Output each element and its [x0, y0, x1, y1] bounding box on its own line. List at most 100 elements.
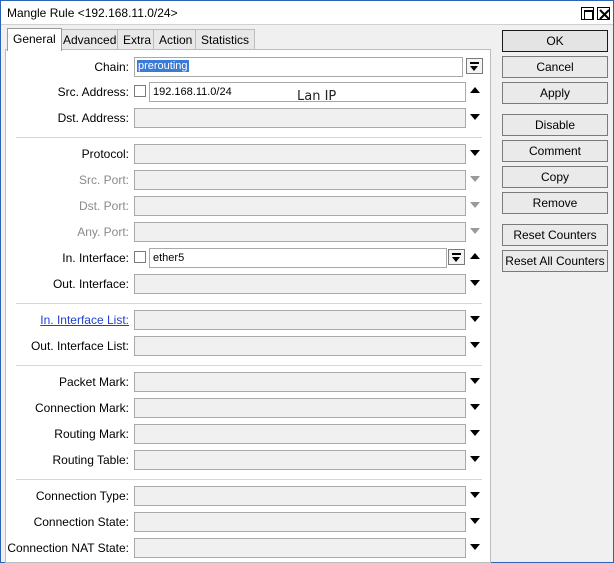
reset-counters-button[interactable]: Reset Counters [502, 224, 608, 246]
tab-general[interactable]: General [7, 28, 62, 51]
cancel-button[interactable]: Cancel [502, 56, 608, 78]
window-title: Mangle Rule <192.168.11.0/24> [7, 6, 178, 20]
tab-action[interactable]: Action [153, 29, 199, 50]
connection-mark-label: Connection Mark: [34, 401, 129, 415]
out-interface-input[interactable] [134, 274, 466, 294]
dst-port-label: Dst. Port: [78, 199, 129, 213]
tab-extra[interactable]: Extra [117, 29, 158, 50]
routing-table-row: Routing Table: [6, 450, 492, 470]
connection-state-row: Connection State: [6, 512, 492, 532]
copy-button[interactable]: Copy [502, 166, 608, 188]
connection-type-expand-icon[interactable] [470, 492, 480, 498]
connection-state-label: Connection State: [33, 515, 129, 529]
any-port-row: Any. Port: [6, 222, 492, 242]
mangle-rule-window: Mangle Rule <192.168.11.0/24> General Ad… [0, 0, 614, 563]
separator [16, 303, 482, 304]
routing-mark-expand-icon[interactable] [470, 430, 480, 436]
packet-mark-label: Packet Mark: [58, 375, 129, 389]
chain-input[interactable]: prerouting [134, 57, 463, 77]
dst-address-row: Dst. Address: [6, 108, 492, 128]
src-port-row: Src. Port: [6, 170, 492, 190]
in-interface-collapse-icon[interactable] [470, 253, 480, 259]
general-panel: Chain: prerouting Src. Address: 192.168.… [5, 49, 491, 563]
chain-value: prerouting [137, 60, 189, 72]
title-bar[interactable]: Mangle Rule <192.168.11.0/24> [1, 1, 613, 25]
routing-mark-input[interactable] [134, 424, 466, 444]
separator [16, 479, 482, 480]
dst-port-expand-icon [470, 202, 480, 208]
out-interface-label: Out. Interface: [52, 277, 129, 291]
routing-mark-label: Routing Mark: [54, 427, 129, 441]
src-address-collapse-icon[interactable] [470, 87, 480, 93]
out-interface-row: Out. Interface: [6, 274, 492, 294]
connection-type-row: Connection Type: [6, 486, 492, 506]
in-interface-input[interactable]: ether5 [149, 248, 447, 268]
tab-advanced[interactable]: Advanced [57, 29, 123, 50]
dst-address-expand-icon[interactable] [470, 114, 480, 120]
packet-mark-expand-icon[interactable] [470, 378, 480, 384]
src-port-input [134, 170, 466, 190]
in-interface-list-input[interactable] [134, 310, 466, 330]
connection-state-expand-icon[interactable] [470, 518, 480, 524]
routing-table-input[interactable] [134, 450, 466, 470]
connection-nat-state-label: Connection NAT State: [7, 541, 129, 555]
connection-mark-row: Connection Mark: [6, 398, 492, 418]
lan-ip-annotation: Lan IP [297, 89, 337, 104]
ok-button[interactable]: OK [502, 30, 608, 52]
in-interface-label: In. Interface: [62, 251, 129, 265]
separator [16, 137, 482, 138]
chain-dropdown-icon[interactable] [466, 58, 483, 74]
chain-row: Chain: prerouting [6, 57, 492, 77]
routing-table-expand-icon[interactable] [470, 456, 480, 462]
maximize-icon[interactable] [581, 7, 594, 20]
close-icon[interactable] [597, 7, 610, 20]
connection-type-label: Connection Type: [35, 489, 129, 503]
in-interface-dropdown-icon[interactable] [448, 249, 465, 265]
connection-nat-state-input[interactable] [134, 538, 466, 558]
routing-mark-row: Routing Mark: [6, 424, 492, 444]
connection-nat-state-expand-icon[interactable] [470, 544, 480, 550]
out-interface-expand-icon[interactable] [470, 280, 480, 286]
connection-mark-expand-icon[interactable] [470, 404, 480, 410]
src-address-label: Src. Address: [57, 85, 129, 99]
out-interface-list-input[interactable] [134, 336, 466, 356]
in-interface-row: In. Interface: ether5 [6, 248, 492, 268]
any-port-input [134, 222, 466, 242]
apply-button[interactable]: Apply [502, 82, 608, 104]
src-address-value: 192.168.11.0/24 [153, 86, 232, 98]
out-interface-list-expand-icon[interactable] [470, 342, 480, 348]
out-interface-list-label: Out. Interface List: [30, 339, 129, 353]
src-port-expand-icon [470, 176, 480, 182]
any-port-label: Any. Port: [77, 225, 129, 239]
in-interface-negate-checkbox[interactable] [134, 251, 146, 263]
connection-nat-state-row: Connection NAT State: [6, 538, 492, 558]
chain-label: Chain: [94, 60, 129, 74]
src-address-row: Src. Address: 192.168.11.0/24 [6, 82, 492, 102]
dst-address-input[interactable] [134, 108, 466, 128]
packet-mark-input[interactable] [134, 372, 466, 392]
dst-port-input [134, 196, 466, 216]
comment-button[interactable]: Comment [502, 140, 608, 162]
disable-button[interactable]: Disable [502, 114, 608, 136]
out-interface-list-row: Out. Interface List: [6, 336, 492, 356]
in-interface-list-expand-icon[interactable] [470, 316, 480, 322]
routing-table-label: Routing Table: [52, 453, 130, 467]
any-port-expand-icon [470, 228, 480, 234]
protocol-input[interactable] [134, 144, 466, 164]
in-interface-value: ether5 [153, 252, 185, 264]
tab-statistics[interactable]: Statistics [195, 29, 256, 50]
protocol-row: Protocol: [6, 144, 492, 164]
reset-all-counters-button[interactable]: Reset All Counters [502, 250, 608, 272]
in-interface-list-row: In. Interface List: [6, 310, 492, 330]
connection-mark-input[interactable] [134, 398, 466, 418]
protocol-expand-icon[interactable] [470, 150, 480, 156]
src-address-negate-checkbox[interactable] [134, 85, 146, 97]
connection-state-input[interactable] [134, 512, 466, 532]
in-interface-list-label[interactable]: In. Interface List: [40, 313, 129, 327]
connection-type-input[interactable] [134, 486, 466, 506]
protocol-label: Protocol: [81, 147, 129, 161]
remove-button[interactable]: Remove [502, 192, 608, 214]
dst-address-label: Dst. Address: [57, 111, 129, 125]
packet-mark-row: Packet Mark: [6, 372, 492, 392]
src-port-label: Src. Port: [78, 173, 129, 187]
